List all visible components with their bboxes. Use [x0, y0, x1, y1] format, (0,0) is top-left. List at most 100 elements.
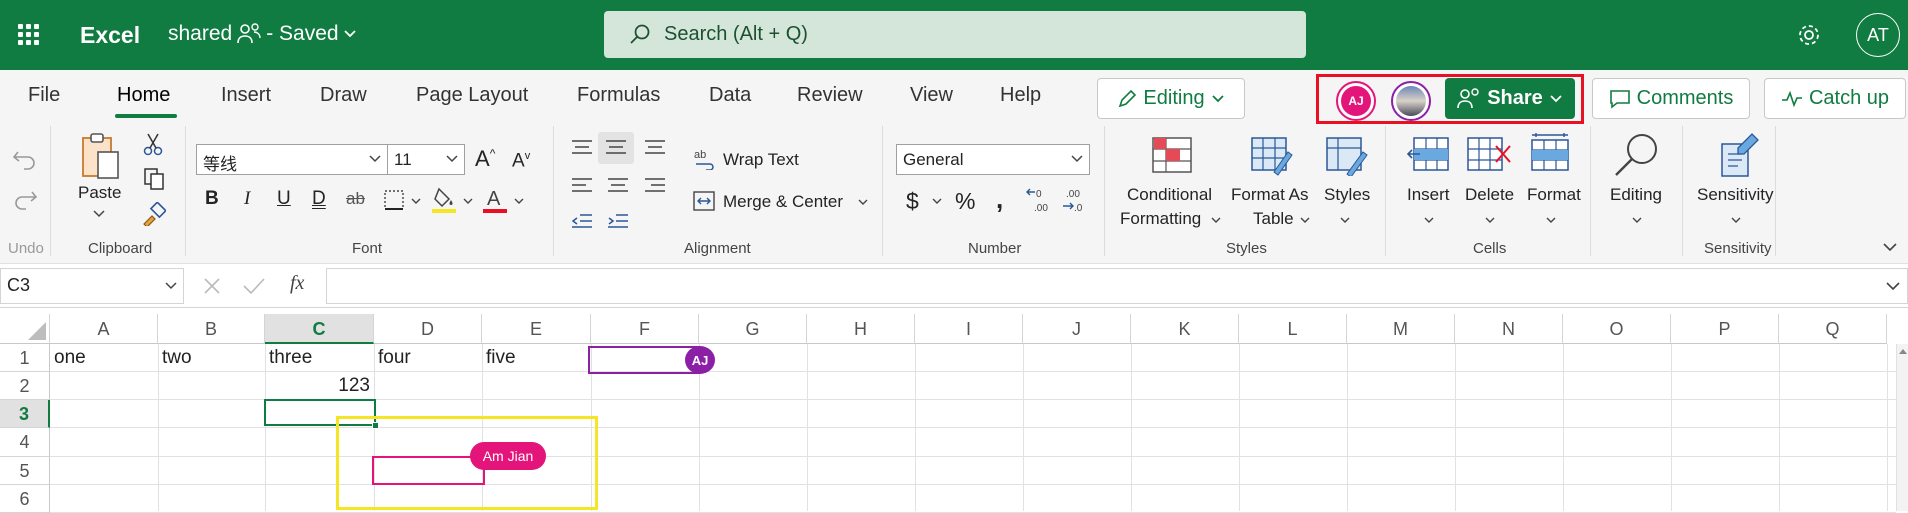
search-box[interactable]: Search (Alt + Q)	[604, 11, 1306, 58]
decrease-font-size-icon[interactable]: Av	[512, 150, 530, 172]
expand-formula-bar-icon[interactable]	[1885, 281, 1901, 291]
column-header-g[interactable]: G	[699, 314, 807, 344]
decrease-indent-icon[interactable]	[570, 212, 594, 232]
tab-formulas[interactable]: Formulas	[577, 84, 660, 107]
column-header-o[interactable]: O	[1563, 314, 1671, 344]
cell-b1[interactable]: two	[158, 344, 265, 372]
row-header-4[interactable]: 4	[0, 428, 50, 457]
tab-review[interactable]: Review	[797, 84, 863, 107]
borders-icon[interactable]	[383, 189, 405, 211]
tab-data[interactable]: Data	[709, 84, 751, 107]
column-header-j[interactable]: J	[1023, 314, 1131, 344]
paste-icon[interactable]	[80, 132, 122, 182]
sensitivity-label[interactable]: Sensitivity	[1697, 185, 1774, 205]
confirm-entry-icon[interactable]	[242, 276, 266, 296]
format-as-table-icon[interactable]	[1250, 136, 1294, 176]
column-header-i[interactable]: I	[915, 314, 1023, 344]
sensitivity-icon[interactable]	[1718, 132, 1760, 178]
cut-icon[interactable]	[143, 132, 163, 156]
percent-icon[interactable]: %	[955, 188, 975, 215]
column-header-h[interactable]: H	[807, 314, 915, 344]
cell-a1[interactable]: one	[50, 344, 158, 372]
font-name-dropdown[interactable]: 等线	[196, 144, 388, 175]
align-bottom-icon[interactable]	[643, 138, 667, 158]
column-header-d[interactable]: D	[374, 314, 482, 344]
merge-center-label[interactable]: Merge & Center	[723, 192, 843, 212]
align-right-icon[interactable]	[643, 176, 667, 196]
column-header-q[interactable]: Q	[1779, 314, 1887, 344]
paste-label[interactable]: Paste	[78, 183, 121, 203]
vertical-scrollbar[interactable]	[1896, 344, 1908, 511]
redo-icon[interactable]	[12, 188, 38, 210]
column-header-f[interactable]: F	[591, 314, 699, 344]
app-launcher-icon[interactable]	[18, 24, 40, 46]
font-size-dropdown[interactable]: 11	[387, 144, 465, 175]
fill-color-icon[interactable]	[431, 186, 457, 214]
select-all-corner[interactable]	[0, 314, 50, 344]
increase-indent-icon[interactable]	[606, 212, 630, 232]
column-header-p[interactable]: P	[1671, 314, 1779, 344]
find-icon[interactable]	[1612, 132, 1660, 178]
chevron-down-icon[interactable]	[858, 199, 868, 207]
collaborator-avatar-photo[interactable]	[1391, 81, 1431, 121]
tab-insert[interactable]: Insert	[221, 84, 271, 107]
format-cells-icon[interactable]	[1528, 132, 1574, 172]
column-header-a[interactable]: A	[50, 314, 158, 344]
undo-icon[interactable]	[12, 148, 38, 170]
italic-icon[interactable]: I	[244, 188, 250, 210]
align-left-icon[interactable]	[570, 176, 594, 196]
copy-icon[interactable]	[143, 167, 165, 191]
catch-up-button[interactable]: Catch up	[1764, 78, 1906, 119]
gear-icon[interactable]	[1796, 22, 1822, 48]
align-center-icon[interactable]	[606, 176, 630, 196]
cell-e1[interactable]: five	[482, 344, 591, 372]
tab-page-layout[interactable]: Page Layout	[416, 84, 528, 107]
font-color-icon[interactable]: A	[482, 186, 508, 214]
chevron-down-icon[interactable]	[1632, 217, 1642, 225]
decrease-decimal-icon[interactable]: .00.0	[1062, 186, 1088, 214]
user-avatar[interactable]: AT	[1856, 13, 1900, 57]
app-name[interactable]: Excel	[80, 22, 140, 49]
row-header-5[interactable]: 5	[0, 457, 50, 485]
currency-icon[interactable]: $	[906, 188, 919, 215]
wrap-text-icon[interactable]: ab	[694, 148, 716, 170]
editing-group-button-label[interactable]: Editing	[1610, 185, 1662, 205]
delete-cells-label[interactable]: Delete	[1465, 185, 1514, 205]
chevron-down-icon[interactable]	[1731, 217, 1741, 225]
column-header-c[interactable]: C	[265, 314, 374, 344]
tab-file[interactable]: File	[28, 84, 60, 107]
merge-center-icon[interactable]	[692, 190, 716, 212]
conditional-formatting-icon[interactable]	[1151, 136, 1193, 174]
chevron-down-icon[interactable]	[1546, 217, 1556, 225]
format-painter-icon[interactable]	[142, 202, 166, 226]
chevron-down-icon[interactable]	[1211, 217, 1221, 225]
insert-function-icon[interactable]: fx	[290, 272, 304, 295]
column-header-n[interactable]: N	[1455, 314, 1563, 344]
cell-styles-label[interactable]: Styles	[1324, 185, 1370, 205]
chevron-down-icon[interactable]	[411, 198, 421, 206]
name-box[interactable]: C3	[0, 268, 184, 304]
chevron-down-icon[interactable]	[1424, 217, 1434, 225]
document-title[interactable]: shared - Saved	[168, 22, 357, 46]
chevron-down-icon[interactable]	[1340, 217, 1350, 225]
underline-icon[interactable]: U	[277, 188, 291, 210]
chevron-down-icon[interactable]	[463, 198, 473, 206]
worksheet-grid[interactable]: ABCDEFGHIJKLMNOPQ 123456 one two three f…	[0, 314, 1908, 513]
column-header-m[interactable]: M	[1347, 314, 1455, 344]
tab-draw[interactable]: Draw	[320, 84, 367, 107]
formula-input[interactable]	[326, 268, 1908, 304]
ribbon-collapse-chevron-icon[interactable]	[1882, 242, 1898, 252]
column-header-e[interactable]: E	[482, 314, 591, 344]
chevron-down-icon[interactable]	[932, 198, 942, 206]
format-cells-label[interactable]: Format	[1527, 185, 1581, 205]
double-underline-icon[interactable]: D	[312, 188, 326, 210]
row-header-6[interactable]: 6	[0, 485, 50, 513]
cell-d1[interactable]: four	[374, 344, 482, 372]
row-header-2[interactable]: 2	[0, 372, 50, 400]
conditional-formatting-label-1[interactable]: Conditional	[1127, 185, 1212, 205]
strikethrough-icon[interactable]: ab	[346, 189, 365, 209]
chevron-down-icon[interactable]	[1485, 217, 1495, 225]
align-top-icon[interactable]	[570, 138, 594, 158]
tab-help[interactable]: Help	[1000, 84, 1041, 107]
align-middle-selected[interactable]	[598, 132, 634, 164]
